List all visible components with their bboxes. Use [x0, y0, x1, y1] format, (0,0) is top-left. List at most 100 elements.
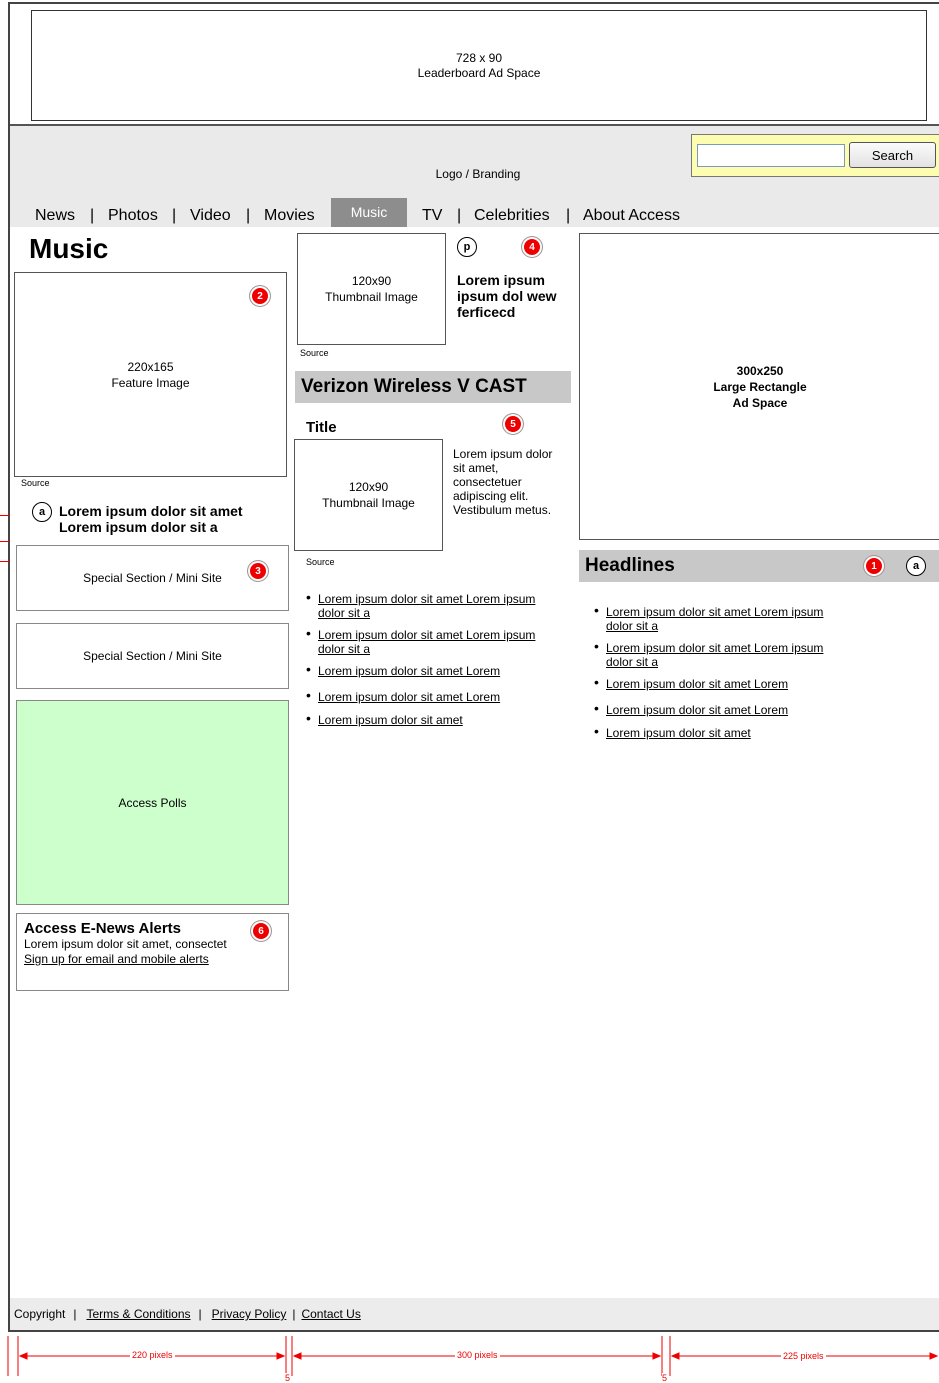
vcast-thumbnail[interactable]: 120x90 Thumbnail Image	[294, 439, 443, 551]
large-rectangle-ad[interactable]: 300x250 Large Rectangle Ad Space	[579, 233, 939, 540]
special-section-label: Special Section / Mini Site	[83, 571, 222, 585]
nav-photos[interactable]: Photos	[108, 207, 158, 225]
nav-movies[interactable]: Movies	[264, 207, 315, 225]
annotation-marker-p: p	[457, 237, 477, 257]
annotation-marker-a: a	[906, 556, 926, 576]
annotation-badge-4: 4	[522, 237, 542, 257]
feature-image-size: 220x165	[127, 359, 174, 374]
leaderboard-label: Leaderboard Ad Space	[417, 65, 541, 80]
footer: Copyright | Terms & Conditions | Privacy…	[10, 1298, 939, 1330]
vcast-thumbnail-label: Thumbnail Image	[322, 496, 415, 510]
promo-headline-line: ferficecd	[457, 304, 516, 320]
vcast-thumbnail-size: 120x90	[348, 480, 389, 494]
promo-thumbnail-size: 120x90	[351, 274, 392, 288]
annotation-badge-1: 1	[864, 556, 884, 576]
vcast-text-line: sit amet,	[453, 461, 499, 475]
annotation-badge-3: 3	[248, 561, 268, 581]
annotation-badge-6: 6	[251, 921, 271, 941]
enews-alerts: Access E-News Alerts Lorem ipsum dolor s…	[16, 913, 289, 991]
nav-video[interactable]: Video	[190, 207, 231, 225]
nav-separator: |	[172, 207, 177, 224]
special-section-2[interactable]: Special Section / Mini Site	[16, 623, 289, 689]
annotation-badge-2: 2	[250, 286, 270, 306]
footer-separator: |	[198, 1307, 202, 1321]
feature-image-label: Feature Image	[111, 375, 190, 390]
special-section-label: Special Section / Mini Site	[83, 649, 222, 663]
search-button[interactable]: Search	[849, 142, 936, 168]
feature-source: Source	[21, 478, 50, 488]
dimension-label-col1: 220 pixels	[130, 1350, 175, 1360]
dimension-gap-label: 5	[662, 1373, 668, 1383]
vcast-description: Lorem ipsum dolor sit amet, consectetuer…	[453, 447, 552, 517]
list-item[interactable]: Lorem ipsum dolor sit amet Lorem	[594, 675, 894, 691]
access-polls[interactable]: Access Polls	[16, 700, 289, 905]
ad-label-2: Ad Space	[732, 395, 788, 410]
ad-label: Large Rectangle	[713, 379, 807, 394]
list-item[interactable]: Lorem ipsum dolor sit amet Lorem	[594, 701, 894, 717]
nav-about-access[interactable]: About Access	[583, 207, 680, 225]
feature-image[interactable]: 220x165 Feature Image	[14, 272, 287, 477]
privacy-link[interactable]: Privacy Policy	[212, 1307, 287, 1321]
nav-music-active-tab[interactable]: Music	[331, 198, 407, 227]
nav-celebrities[interactable]: Celebrities	[474, 207, 550, 225]
list-item[interactable]: Lorem ipsum dolor sit amet Lorem	[306, 662, 576, 678]
promo-thumbnail[interactable]: 120x90 Thumbnail Image	[297, 233, 446, 345]
vcast-text-line: consectetuer	[453, 475, 522, 489]
headlines-header: Headlines	[579, 550, 939, 582]
promo-thumbnail-label: Thumbnail Image	[325, 290, 418, 304]
enews-alerts-title: Access E-News Alerts	[24, 920, 182, 937]
copyright-text: Copyright	[14, 1307, 66, 1321]
dimension-tick	[0, 515, 10, 516]
list-item[interactable]: Lorem ipsum dolor sit amet Lorem	[306, 688, 576, 704]
vcast-section-header: Verizon Wireless V CAST	[295, 371, 571, 403]
contact-link[interactable]: Contact Us	[301, 1307, 360, 1321]
footer-separator: |	[73, 1307, 77, 1321]
list-item[interactable]: Lorem ipsum dolor sit amet Lorem ipsumdo…	[594, 603, 894, 633]
leaderboard-ad[interactable]: 728 x 90 Leaderboard Ad Space	[31, 10, 927, 121]
ad-size: 300x250	[736, 363, 784, 378]
list-item[interactable]: Lorem ipsum dolor sit amet	[594, 724, 894, 740]
vcast-text-line: adipiscing elit.	[453, 489, 529, 503]
vcast-text-line: Lorem ipsum dolor	[453, 447, 553, 461]
vcast-text-line: Vestibulum metus.	[453, 503, 552, 517]
list-item[interactable]: Lorem ipsum dolor sit amet	[306, 711, 576, 727]
promo-source: Source	[300, 348, 329, 358]
nav-separator: |	[90, 207, 95, 224]
dimension-gap-label: 5	[285, 1373, 291, 1383]
vcast-link-list: Lorem ipsum dolor sit amet Lorem ipsumdo…	[306, 590, 576, 727]
nav-news[interactable]: News	[35, 207, 75, 225]
headlines-title: Headlines	[585, 555, 675, 576]
leaderboard-size: 728 x 90	[455, 50, 503, 65]
page-title: Music	[29, 233, 109, 264]
dimension-label-col3: 225 pixels	[781, 1351, 826, 1361]
special-section-1[interactable]: Special Section / Mini Site	[16, 545, 289, 611]
list-item[interactable]: Lorem ipsum dolor sit amet Lorem ipsumdo…	[594, 639, 894, 669]
vcast-source: Source	[306, 557, 335, 567]
list-item[interactable]: Lorem ipsum dolor sit amet Lorem ipsumdo…	[306, 590, 576, 620]
annotation-marker-a: a	[32, 502, 52, 522]
search-input[interactable]	[697, 144, 845, 167]
dimension-label-col2: 300 pixels	[455, 1350, 500, 1360]
footer-separator: |	[292, 1307, 296, 1321]
access-polls-label: Access Polls	[118, 795, 187, 810]
headlines-list: Lorem ipsum dolor sit amet Lorem ipsumdo…	[594, 603, 894, 740]
nav-separator: |	[457, 207, 462, 224]
feature-caption[interactable]: Lorem ipsum dolor sit amet Lorem ipsum d…	[59, 503, 243, 535]
nav-tv[interactable]: TV	[422, 207, 442, 225]
list-item[interactable]: Lorem ipsum dolor sit amet Lorem ipsumdo…	[306, 626, 576, 656]
annotation-badge-5: 5	[503, 414, 523, 434]
enews-signup-link[interactable]: Sign up for email and mobile alerts	[24, 952, 288, 967]
nav-separator: |	[246, 207, 251, 224]
enews-alerts-text: Lorem ipsum dolor sit amet, consectet	[24, 937, 227, 951]
dimension-tick	[0, 561, 10, 562]
promo-headline-line: ipsum dol wew	[457, 288, 557, 304]
promo-headline[interactable]: Lorem ipsum ipsum dol wew ferficecd	[457, 272, 557, 320]
feature-caption-line2: Lorem ipsum dolor sit a	[59, 519, 218, 535]
feature-caption-line1: Lorem ipsum dolor sit amet	[59, 503, 243, 519]
terms-link[interactable]: Terms & Conditions	[86, 1307, 190, 1321]
promo-headline-line: Lorem ipsum	[457, 272, 545, 288]
dimension-tick	[0, 541, 10, 542]
vcast-section-title: Verizon Wireless V CAST	[301, 376, 527, 397]
vcast-item-title[interactable]: Title	[306, 419, 337, 436]
nav-separator: |	[566, 207, 571, 224]
